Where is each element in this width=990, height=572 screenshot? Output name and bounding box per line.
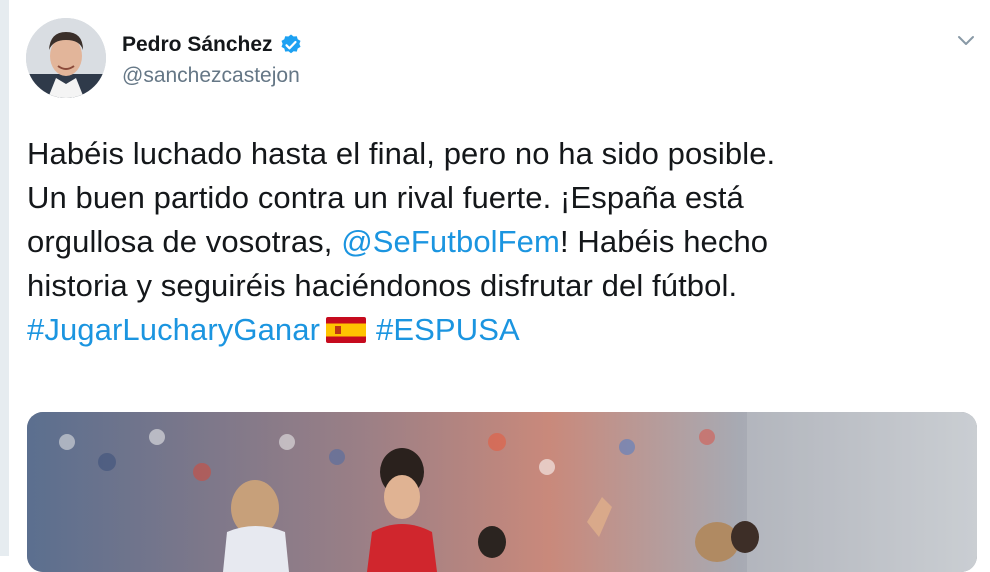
tweet-line-3-start: orgullosa de vosotras, bbox=[27, 224, 342, 259]
timeline-left-border bbox=[0, 0, 9, 556]
author-avatar[interactable] bbox=[26, 18, 106, 98]
tweet-text: Habéis luchado hasta el final, pero no h… bbox=[27, 132, 967, 352]
tweet-line-4: historia y seguiréis haciéndonos disfrut… bbox=[27, 268, 738, 303]
verified-badge-icon bbox=[281, 34, 301, 54]
author-handle[interactable]: @sanchezcastejon bbox=[122, 64, 300, 88]
tweet-line-5: #JugarLucharyGanar #ESPUSA bbox=[27, 308, 967, 352]
hashtag-link-2[interactable]: #ESPUSA bbox=[376, 312, 520, 347]
mention-link[interactable]: @SeFutbolFem bbox=[341, 224, 560, 259]
chevron-down-icon[interactable] bbox=[954, 32, 978, 50]
tweet-line-3-end: ! Habéis hecho bbox=[559, 224, 769, 259]
tweet-media-photo[interactable] bbox=[27, 412, 977, 572]
tweet-line-1: Habéis luchado hasta el final, pero no h… bbox=[27, 136, 776, 171]
hashtag-link-1[interactable]: #JugarLucharyGanar bbox=[27, 312, 320, 347]
tweet-line-3: orgullosa de vosotras, @SeFutbolFem! Hab… bbox=[27, 220, 967, 264]
football-match-photo-icon bbox=[27, 412, 977, 572]
tweet-line-2: Un buen partido contra un rival fuerte. … bbox=[27, 180, 744, 215]
spain-flag-icon bbox=[326, 317, 367, 343]
author-display-name[interactable]: Pedro Sánchez bbox=[122, 33, 273, 57]
author-name-row: Pedro Sánchez bbox=[122, 30, 303, 60]
profile-photo-icon bbox=[26, 18, 106, 98]
